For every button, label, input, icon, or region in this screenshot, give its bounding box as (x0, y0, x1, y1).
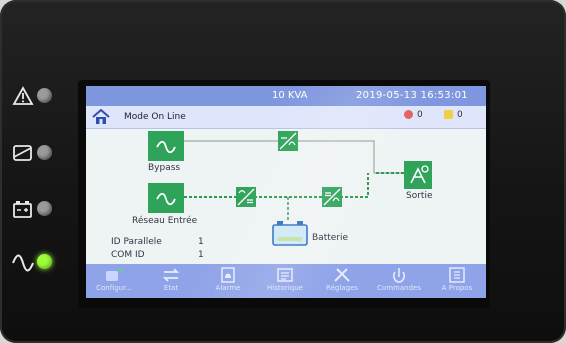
tools-icon (334, 268, 350, 282)
toolbar-commands-button[interactable]: Commandes (371, 264, 427, 298)
toolbar-status-label: Etat (163, 284, 179, 292)
parallel-id-label: ID Parallele (111, 237, 162, 247)
toolbar-about-button[interactable]: A Propos (428, 264, 486, 298)
toolbar-history-button[interactable]: Historique (257, 264, 313, 298)
operating-mode: Mode On Line (124, 112, 186, 122)
status-header: 10 KVA 2019-05-13 16:53:01 (86, 86, 486, 106)
red-alarm-icon (404, 110, 413, 119)
ac-line-led (37, 254, 52, 269)
warning-led (37, 88, 52, 103)
com-id-label: COM ID (111, 250, 145, 260)
about-icon (449, 267, 465, 283)
com-id-value: 1 (198, 250, 204, 260)
toolbar-about-label: A Propos (441, 284, 473, 292)
command-icon (392, 268, 406, 283)
mode-bar: Mode On Line 0 0 (86, 106, 486, 129)
bypass-indicator (6, 141, 62, 167)
toolbar-commands-label: Commandes (377, 284, 421, 292)
power-flow-diagram: Bypass Réseau Entrée Batterie Sortie ID … (86, 129, 486, 264)
power-rating: 10 KVA (272, 90, 308, 101)
yellow-alarm-count: 0 (457, 110, 463, 120)
home-icon[interactable] (92, 109, 110, 125)
toolbar-settings-label: Réglages (326, 284, 358, 292)
red-alarm-count: 0 (417, 110, 423, 120)
warning-indicator (6, 84, 62, 110)
mains-input-label: Réseau Entrée (132, 216, 198, 226)
battery-led (37, 201, 52, 216)
alarm-icon (221, 267, 235, 283)
battery-indicator (6, 197, 62, 223)
inverter-output-line (296, 140, 404, 174)
parallel-id-value: 1 (198, 237, 204, 247)
ac-line-indicator (6, 250, 62, 276)
static-switch-module[interactable] (278, 131, 298, 151)
output-module[interactable] (404, 161, 432, 189)
output-label: Sortie (406, 191, 433, 201)
connect-icon (106, 268, 123, 281)
red-alarm-counter[interactable]: 0 (404, 110, 423, 124)
yellow-alarm-icon (444, 110, 453, 119)
toolbar-alarm-label: Alarme (215, 284, 241, 292)
toolbar-history-label: Historique (267, 284, 303, 292)
bypass-module[interactable] (148, 131, 184, 161)
status-indicator-panel (6, 78, 62, 278)
toolbar-status-button[interactable]: Etat (143, 264, 199, 298)
history-icon (277, 268, 293, 282)
toolbar-alarm-button[interactable]: Alarme (200, 264, 256, 298)
inverter-module[interactable] (322, 187, 342, 207)
battery-icon (13, 201, 32, 218)
transfer-arrows-icon (162, 268, 180, 282)
warning-icon (12, 86, 34, 105)
ups-front-panel: 10 KVA 2019-05-13 16:53:01 Mode On Line … (0, 0, 566, 343)
battery-label: Batterie (312, 233, 349, 243)
toolbar-configure-label: Configur... (96, 284, 132, 292)
lcd-screen: 10 KVA 2019-05-13 16:53:01 Mode On Line … (86, 86, 486, 298)
sine-wave-icon (12, 254, 34, 272)
date-time: 2019-05-13 16:53:01 (356, 90, 468, 101)
bypass-icon (13, 145, 32, 161)
battery-module[interactable] (272, 219, 308, 247)
toolbar-configure-button[interactable]: Configur... (86, 264, 142, 298)
yellow-alarm-counter[interactable]: 0 (444, 110, 463, 124)
bypass-led (37, 145, 52, 160)
bypass-label: Bypass (148, 163, 181, 173)
bottom-toolbar: Configur... Etat Alarme Historique Régla… (86, 264, 486, 298)
mains-input-module[interactable] (148, 183, 184, 213)
toolbar-settings-button[interactable]: Réglages (314, 264, 370, 298)
rectifier-module[interactable] (236, 187, 256, 207)
